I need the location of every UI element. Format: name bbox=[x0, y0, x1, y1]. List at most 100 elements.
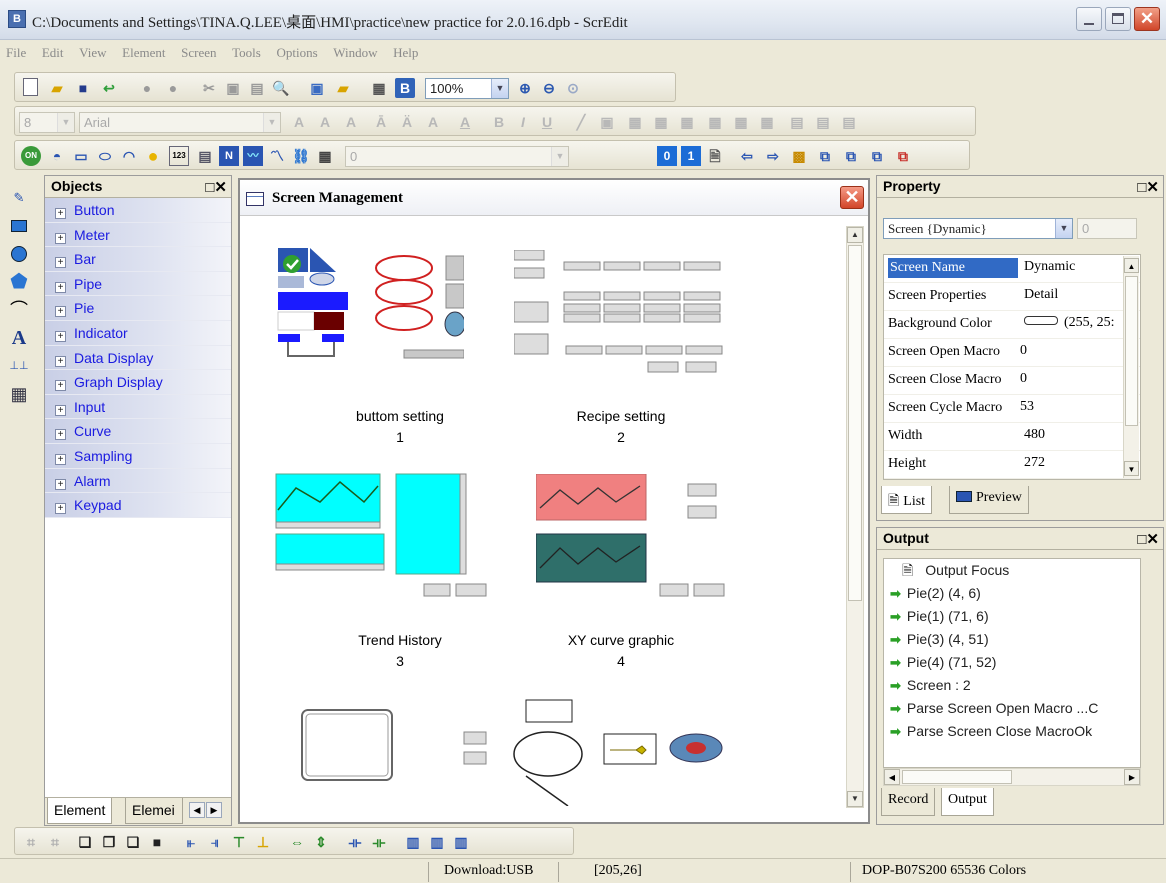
menu-options[interactable]: Options bbox=[270, 40, 323, 66]
text-top-button[interactable]: Ā bbox=[371, 112, 391, 132]
scroll-down-icon[interactable]: ▼ bbox=[1124, 461, 1139, 476]
table-tool[interactable]: ▦ bbox=[8, 383, 30, 405]
object-item-button[interactable]: + Button bbox=[45, 198, 231, 223]
close-button[interactable]: ✕ bbox=[1134, 7, 1160, 31]
indicator-element-button[interactable]: ● bbox=[143, 146, 163, 166]
align-top-button[interactable]: ▦ bbox=[705, 112, 725, 132]
italic-button[interactable]: I bbox=[513, 112, 533, 132]
xy-curve-button[interactable]: 〽 bbox=[267, 146, 287, 166]
panel-controls[interactable]: □✕ bbox=[1137, 178, 1159, 196]
ungroup-button[interactable]: ⌗ bbox=[45, 832, 65, 852]
state-1-button[interactable]: 1 bbox=[681, 146, 701, 166]
expand-icon[interactable]: + bbox=[55, 355, 66, 367]
font-name-select[interactable]: Arial ▼ bbox=[79, 112, 281, 133]
align-top-objects-button[interactable]: ⊤ bbox=[229, 832, 249, 852]
panel-controls[interactable]: □✕ bbox=[1137, 530, 1159, 548]
undo-button[interactable]: ● bbox=[137, 78, 157, 98]
previous-screen-button[interactable]: ⇦ bbox=[737, 146, 757, 166]
object-item-bar[interactable]: + Bar bbox=[45, 247, 231, 272]
menu-element[interactable]: Element bbox=[116, 40, 171, 66]
align-right-objects-button[interactable]: ⫣ bbox=[205, 832, 225, 852]
circle-tool[interactable] bbox=[8, 243, 30, 265]
text-tool[interactable]: A bbox=[8, 327, 30, 349]
cut-button[interactable]: ✂ bbox=[199, 78, 219, 98]
new-file-button[interactable] bbox=[21, 78, 41, 98]
center-vertical-button[interactable]: ⟛ bbox=[369, 832, 389, 852]
property-row-open-macro[interactable]: Screen Open Macro 0 bbox=[884, 339, 1140, 367]
output-hscrollbar[interactable]: ◀ ▶ bbox=[883, 768, 1141, 786]
expand-icon[interactable]: + bbox=[55, 257, 66, 269]
menu-help[interactable]: Help bbox=[387, 40, 424, 66]
object-item-pie[interactable]: + Pie bbox=[45, 296, 231, 321]
meter-element-button[interactable]: ◓ bbox=[47, 146, 67, 166]
tab-preview[interactable]: Preview bbox=[949, 486, 1029, 514]
bar-element-button[interactable]: ▭ bbox=[71, 146, 91, 166]
copy-button[interactable]: ▣ bbox=[223, 78, 243, 98]
tab-element[interactable]: Element bbox=[47, 798, 113, 824]
space-horizontal-button[interactable]: ▥ bbox=[403, 832, 423, 852]
object-item-input[interactable]: + Input bbox=[45, 395, 231, 420]
object-item-keypad[interactable]: + Keypad bbox=[45, 493, 231, 518]
align-bottom-objects-button[interactable]: ⊥ bbox=[253, 832, 273, 852]
text-bottom-button[interactable]: A bbox=[423, 112, 443, 132]
expand-icon[interactable]: + bbox=[55, 429, 66, 441]
space-equal-button[interactable]: ▥ bbox=[451, 832, 471, 852]
find-button[interactable]: 🔍 bbox=[271, 78, 291, 98]
object-item-alarm[interactable]: + Alarm bbox=[45, 469, 231, 494]
same-height-button[interactable]: ⇕ bbox=[311, 832, 331, 852]
output-focus-row[interactable]: 🗎 Output Focus bbox=[884, 559, 1140, 582]
text-middle-button[interactable]: Ä bbox=[397, 112, 417, 132]
align-middle-button[interactable]: ▦ bbox=[731, 112, 751, 132]
property-row-height[interactable]: Height 272 bbox=[884, 451, 1140, 479]
screen-thumbnail-3[interactable] bbox=[274, 472, 504, 602]
expand-icon[interactable]: + bbox=[55, 478, 66, 490]
pencil-tool[interactable]: ✎ bbox=[8, 187, 30, 209]
line-color-button[interactable]: ╱ bbox=[571, 112, 591, 132]
property-state-select[interactable]: 0 bbox=[1077, 218, 1137, 239]
menu-edit[interactable]: Edit bbox=[36, 40, 70, 66]
tab-scroll-right-icon[interactable]: ▶ bbox=[206, 802, 222, 818]
screen-thumbnail-4[interactable] bbox=[535, 473, 732, 604]
minimize-button[interactable] bbox=[1076, 7, 1102, 31]
expand-icon[interactable]: + bbox=[55, 208, 66, 219]
screen-paste-button[interactable]: ⧉ bbox=[841, 146, 861, 166]
object-item-sampling[interactable]: + Sampling bbox=[45, 444, 231, 469]
redo-button[interactable]: ● bbox=[163, 78, 183, 98]
group-button[interactable]: ⌗ bbox=[21, 832, 41, 852]
font-size-select[interactable]: 8 ▼ bbox=[19, 112, 75, 133]
state-select[interactable]: 0 ▼ bbox=[345, 146, 569, 167]
scrollbar-thumb[interactable] bbox=[1125, 276, 1138, 426]
font-increase-button[interactable]: A bbox=[289, 112, 309, 132]
bring-front-button[interactable]: ❏ bbox=[75, 832, 95, 852]
property-row-background-color[interactable]: Background Color (255, 25: bbox=[884, 311, 1140, 339]
screen-delete-button[interactable]: ⧉ bbox=[893, 146, 913, 166]
center-horizontal-button[interactable]: ⟛ bbox=[345, 832, 365, 852]
property-row-screen-properties[interactable]: Screen Properties Detail bbox=[884, 283, 1140, 311]
expand-icon[interactable]: + bbox=[55, 232, 66, 244]
tab-list[interactable]: 🗎 List bbox=[881, 486, 933, 514]
scale-tool[interactable]: ⊥⊥ bbox=[8, 355, 30, 377]
property-object-select[interactable]: Screen {Dynamic} ▼ bbox=[883, 218, 1073, 239]
sampling-button[interactable]: ⛓ bbox=[291, 146, 311, 166]
property-row-screen-name[interactable]: Screen Name Dynamic bbox=[884, 255, 1140, 283]
bold-button[interactable]: B bbox=[489, 112, 509, 132]
align-bottom-button[interactable]: ▦ bbox=[757, 112, 777, 132]
polygon-tool[interactable]: ⬟ bbox=[8, 271, 30, 293]
scroll-left-icon[interactable]: ◀ bbox=[884, 769, 900, 785]
scrollbar-thumb[interactable] bbox=[848, 245, 862, 601]
compile-button[interactable]: B bbox=[395, 78, 415, 98]
zoom-select[interactable]: 100% ▼ bbox=[425, 78, 509, 99]
input-element-button[interactable]: N bbox=[219, 146, 239, 166]
fill-color-button[interactable]: ▣ bbox=[597, 112, 617, 132]
next-screen-button[interactable]: ⇨ bbox=[763, 146, 783, 166]
upload-button[interactable]: ▰ bbox=[333, 78, 353, 98]
menu-tools[interactable]: Tools bbox=[226, 40, 267, 66]
keypad-button[interactable]: ▦ bbox=[315, 146, 335, 166]
print-button[interactable]: ▦ bbox=[369, 78, 389, 98]
screen-thumbnail-1[interactable] bbox=[274, 246, 466, 376]
state-0-button[interactable]: 0 bbox=[657, 146, 677, 166]
close-file-button[interactable]: ↩ bbox=[99, 78, 119, 98]
underline-button[interactable]: U bbox=[537, 112, 557, 132]
screen-management-scrollbar[interactable]: ▲ ▼ bbox=[846, 226, 864, 808]
menu-view[interactable]: View bbox=[73, 40, 112, 66]
